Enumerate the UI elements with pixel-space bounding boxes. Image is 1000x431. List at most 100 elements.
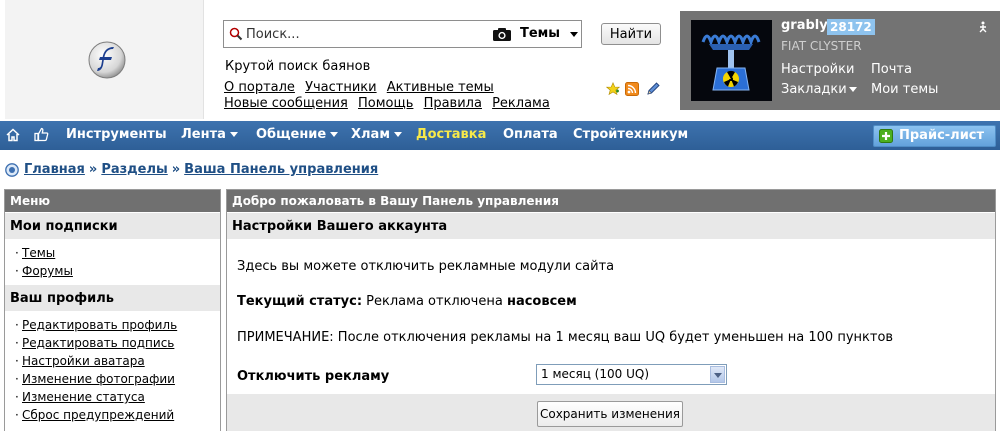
menu-tools[interactable]: Инструменты — [66, 127, 167, 142]
nav-link-members[interactable]: Участники — [305, 80, 377, 95]
chevron-down-icon — [229, 132, 238, 137]
user-panel: grably 28172 FIAT CLYSTER Настройки Почт… — [680, 11, 1000, 110]
user-bookmarks-link[interactable]: Закладки — [781, 82, 857, 97]
sidebar-link-change-photo[interactable]: Изменение фотографии — [22, 372, 175, 386]
current-status: Текущий статус: Реклама отключена насовс… — [237, 294, 577, 309]
sidebar-section-profile: Ваш профиль — [5, 284, 220, 311]
form-footer: Сохранить изменения — [227, 394, 995, 431]
sidebar-item-topics: · Темы — [15, 244, 220, 262]
search-box: Темы — [223, 20, 582, 48]
status-value: Реклама отключена — [366, 294, 503, 309]
sidebar-title: Меню — [5, 190, 220, 212]
nav-link-active-topics[interactable]: Активные темы — [387, 80, 494, 95]
rss-icon[interactable] — [625, 82, 639, 96]
bullet: · — [15, 372, 19, 386]
nav-link-advertising[interactable]: Реклама — [492, 96, 550, 111]
main-menu-bar: Инструменты Лента Общение Хлам Доставка … — [0, 121, 1000, 150]
breadcrumb-home[interactable]: Главная — [24, 162, 85, 177]
breadcrumb-separator: » — [88, 162, 98, 177]
pen-icon[interactable] — [645, 81, 661, 97]
menu-feed[interactable]: Лента — [181, 127, 238, 142]
account-settings-heading: Настройки Вашего аккаунта — [227, 212, 995, 239]
sidebar-link-change-status[interactable]: Изменение статуса — [22, 390, 145, 404]
tagline: Крутой поиск баянов — [225, 59, 371, 74]
thumbs-up-icon[interactable] — [34, 127, 49, 142]
user-settings-link[interactable]: Настройки — [781, 62, 854, 77]
username[interactable]: grably — [781, 18, 828, 33]
menu-payment[interactable]: Оплата — [503, 127, 558, 142]
menu-delivery[interactable]: Доставка — [416, 127, 486, 142]
save-changes-button[interactable]: Сохранить изменения — [537, 401, 683, 427]
plus-icon — [879, 129, 893, 143]
uq-note: ПРИМЕЧАНИЕ: После отключения рекламы на … — [237, 330, 894, 345]
menu-construction-college[interactable]: Стройтехникум — [573, 127, 688, 142]
sidebar-subscriptions-list: · Темы · Форумы — [5, 239, 220, 284]
navigation-circle-icon — [5, 163, 19, 177]
sidebar-item-change-photo: · Изменение фотографии — [15, 370, 220, 388]
price-list-label: Прайс-лист — [899, 128, 985, 143]
sidebar-link-avatar-settings[interactable]: Настройки аватара — [22, 354, 145, 368]
avatar-image — [691, 20, 772, 101]
flash-logo-icon — [88, 41, 126, 79]
sidebar-section-subscriptions: Мои подписки — [5, 212, 220, 239]
star-icon[interactable] — [606, 82, 620, 96]
sidebar-item-edit-signature: · Редактировать подпись — [15, 334, 220, 352]
avatar[interactable] — [691, 20, 772, 101]
breadcrumb-trail: Главная» Разделы» Ваша Панель управления — [24, 162, 378, 177]
logo-area[interactable] — [5, 0, 204, 119]
user-my-topics-link[interactable]: Мои темы — [871, 82, 938, 97]
sidebar-link-edit-signature[interactable]: Редактировать подпись — [22, 336, 174, 350]
nav-link-about[interactable]: О портале — [224, 80, 295, 95]
chevron-down-icon — [570, 32, 578, 37]
control-panel-main: Добро пожаловать в Вашу Панель управлени… — [226, 189, 996, 431]
find-button[interactable]: Найти — [601, 23, 661, 45]
sidebar-link-edit-profile[interactable]: Редактировать профиль — [22, 318, 177, 332]
bullet: · — [15, 354, 19, 368]
disable-ads-select[interactable]: 1 месяц (100 UQ) — [536, 364, 727, 385]
chevron-down-icon — [330, 132, 339, 137]
logout-icon[interactable] — [977, 21, 989, 33]
nav-links-row-2: Новые сообщения Помощь Правила Реклама — [224, 96, 556, 111]
bullet: · — [15, 246, 19, 260]
search-input[interactable] — [246, 24, 486, 44]
user-mail-link[interactable]: Почта — [871, 62, 912, 77]
main-title: Добро пожаловать в Вашу Панель управлени… — [227, 190, 995, 212]
camera-icon[interactable] — [492, 27, 512, 42]
sidebar-link-topics[interactable]: Темы — [22, 246, 55, 260]
sidebar-item-reset-warnings: · Сброс предупреждений — [15, 406, 220, 424]
nav-links-row-1: О портале Участники Активные темы — [224, 80, 500, 95]
status-label: Текущий статус: — [237, 294, 363, 309]
chevron-down-icon — [393, 132, 402, 137]
breadcrumb-separator: » — [171, 162, 181, 177]
site-header: Темы Найти Крутой поиск баянов О портале… — [0, 0, 1000, 121]
bullet: · — [15, 408, 19, 422]
breadcrumb-control-panel[interactable]: Ваша Панель управления — [184, 162, 378, 177]
sidebar-profile-list: · Редактировать профиль · Редактировать по… — [5, 311, 220, 428]
search-scope-value: Темы — [520, 26, 561, 41]
uq-badge: 28172 — [827, 19, 875, 35]
status-emphasis: насовсем — [506, 294, 577, 309]
menu-junk[interactable]: Хлам — [351, 127, 402, 142]
search-icon — [229, 27, 243, 41]
sidebar-item-forums: · Форумы — [15, 262, 220, 280]
chevron-down-icon — [848, 87, 857, 92]
price-list-button[interactable]: Прайс-лист — [873, 125, 996, 147]
nav-link-new-messages[interactable]: Новые сообщения — [224, 96, 348, 111]
menu-communication[interactable]: Общение — [256, 127, 339, 142]
sidebar-menu: Меню Мои подписки · Темы · Форумы Ваш проф… — [4, 189, 221, 431]
nav-link-help[interactable]: Помощь — [358, 96, 413, 111]
sidebar-link-forums[interactable]: Форумы — [22, 264, 73, 278]
nav-link-rules[interactable]: Правила — [424, 96, 482, 111]
home-icon[interactable] — [6, 128, 20, 142]
bullet: · — [15, 318, 19, 332]
disable-ads-selected-value: 1 месяц (100 UQ) — [541, 367, 649, 381]
menu-communication-label: Общение — [256, 127, 327, 142]
sidebar-item-edit-profile: · Редактировать профиль — [15, 316, 220, 334]
search-scope-select[interactable]: Темы — [520, 24, 580, 44]
menu-feed-label: Лента — [181, 127, 226, 142]
breadcrumb-sections[interactable]: Разделы — [101, 162, 167, 177]
user-car: FIAT CLYSTER — [781, 39, 862, 53]
menu-junk-label: Хлам — [351, 127, 390, 142]
sidebar-link-reset-warnings[interactable]: Сброс предупреждений — [22, 408, 174, 422]
chevron-down-icon[interactable] — [710, 366, 725, 383]
